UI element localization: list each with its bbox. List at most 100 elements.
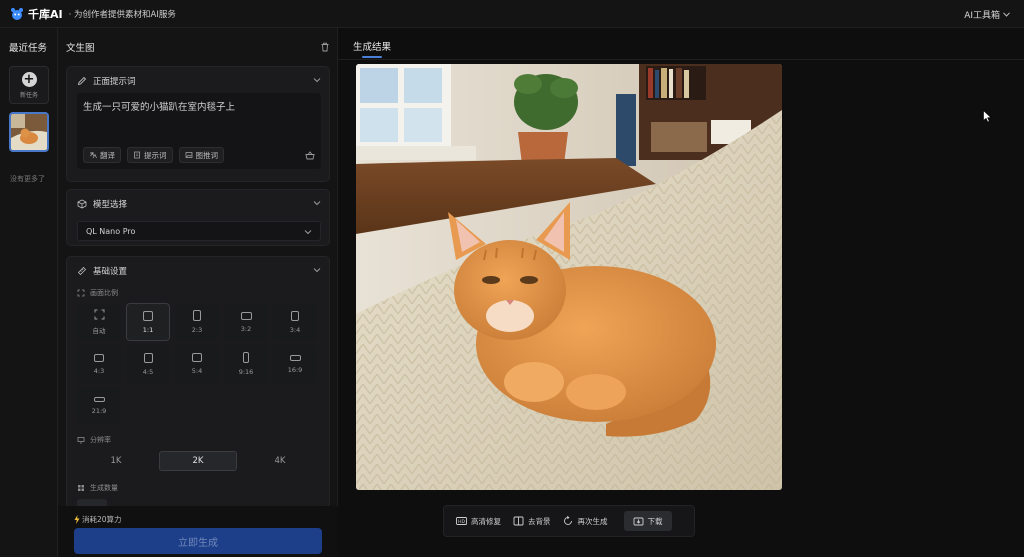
regenerate-label: 再次生成: [577, 516, 608, 526]
ratio-shape-icon: [291, 310, 299, 321]
auto-ratio-icon: [94, 309, 104, 320]
ruler-icon: [77, 266, 87, 276]
ratio-option-21-9[interactable]: 21:9: [77, 387, 121, 425]
ratio-option-4-3[interactable]: 4:3: [77, 345, 121, 383]
ratio-option-2-3[interactable]: 2:3: [175, 303, 219, 341]
translate-button[interactable]: 翻译: [83, 147, 121, 163]
text-to-image-panel: 文生图 正面提示词 生成一只可爱的小猫趴在室内毯子上 翻译 提示词 图推词 模型…: [58, 28, 338, 557]
resolution-option-4k[interactable]: 4K: [241, 451, 319, 471]
new-task-label: 新任务: [19, 91, 38, 99]
resolution-option-1k[interactable]: 1K: [77, 451, 155, 471]
image-to-prompt-label: 图推词: [195, 150, 219, 160]
result-area: 生成结果 HD 高清修复 去背景 再次生成 下载: [338, 28, 1024, 557]
ratio-label: 3:4: [289, 325, 301, 334]
panel-footer: 消耗20算力 立即生成: [58, 506, 338, 557]
top-bar: 千库AI · 为创作者提供素材和AI服务 AI工具箱: [0, 0, 1024, 28]
chevron-down-icon[interactable]: [313, 200, 321, 206]
ratio-option-9-16[interactable]: 9:16: [224, 345, 268, 383]
ratio-shape-icon: [143, 310, 153, 321]
prompt-words-button[interactable]: 提示词: [127, 147, 173, 163]
resolution-text: 分辨率: [90, 436, 111, 444]
ratio-option-1-1[interactable]: 1:1: [126, 303, 170, 341]
download-button[interactable]: 下载: [623, 511, 672, 531]
download-label: 下载: [647, 516, 663, 526]
hd-restore-button[interactable]: HD 高清修复: [456, 516, 501, 527]
regenerate-button[interactable]: 再次生成: [563, 516, 608, 527]
prompt-input[interactable]: 生成一只可爱的小猫趴在室内毯子上 翻译 提示词 图推词: [77, 93, 321, 169]
aspect-ratio-label: 画面比例: [77, 288, 118, 298]
recent-tasks-title: 最近任务: [9, 43, 48, 54]
split-icon: [513, 516, 524, 526]
monitor-icon: [77, 437, 85, 444]
task-thumbnail[interactable]: [9, 112, 49, 152]
image-to-prompt-button[interactable]: 图推词: [178, 147, 224, 163]
panel-title: 文生图: [66, 43, 95, 54]
mouse-cursor-icon: [983, 110, 992, 123]
result-action-bar: HD 高清修复 去背景 再次生成 下载: [443, 505, 695, 537]
prompt-words-label: 提示词: [144, 150, 167, 160]
ratio-shape-icon: [193, 310, 201, 321]
count-text: 生成数量: [90, 484, 118, 492]
basket-icon[interactable]: [305, 151, 315, 160]
document-icon: [134, 151, 140, 159]
logo-icon: [11, 7, 23, 20]
cat-thumbnail-image: [11, 114, 47, 150]
ratio-option-16-9[interactable]: 16:9: [273, 345, 317, 383]
aspect-ratio-text: 画面比例: [90, 289, 118, 297]
svg-text:HD: HD: [458, 519, 465, 525]
pen-icon: [77, 76, 87, 86]
image-icon: [185, 152, 192, 158]
no-more-text: 没有更多了: [10, 175, 45, 183]
chevron-down-icon[interactable]: [313, 267, 321, 273]
ratio-shape-icon: [143, 352, 153, 363]
generate-button[interactable]: 立即生成: [74, 528, 322, 554]
trash-icon[interactable]: [320, 42, 330, 52]
ratio-option-5-4[interactable]: 5:4: [175, 345, 219, 383]
basic-settings-card: 基础设置 画面比例 自动 1:1 2:3 3:2 3:4 4:3 4:5 5:4…: [66, 256, 330, 508]
new-task-button[interactable]: + 新任务: [9, 66, 49, 104]
ratio-shape-icon: [289, 354, 301, 361]
translate-label: 翻译: [100, 150, 115, 160]
ratio-label: 4:3: [93, 366, 105, 375]
count-label: 生成数量: [77, 483, 118, 493]
model-selected-value: QL Nano Pro: [86, 226, 136, 236]
ai-toolbox-menu[interactable]: AI工具箱: [964, 8, 1010, 21]
ratio-option-auto[interactable]: 自动: [77, 303, 121, 341]
generated-image[interactable]: [356, 64, 782, 490]
hd-restore-label: 高清修复: [471, 516, 501, 526]
slogan: · 为创作者提供素材和AI服务: [68, 9, 176, 20]
ratio-option-3-2[interactable]: 3:2: [224, 303, 268, 341]
prompt-text: 生成一只可爱的小猫趴在室内毯子上: [83, 102, 236, 113]
ratio-label: 21:9: [91, 407, 107, 415]
translate-icon: [90, 152, 97, 159]
model-title: 模型选择: [93, 200, 128, 210]
logo[interactable]: 千库AI: [10, 6, 63, 22]
grid-icon: [78, 485, 84, 491]
tab-underline: [362, 56, 382, 58]
chevron-down-icon: [304, 230, 312, 235]
chevron-down-icon[interactable]: [313, 77, 321, 83]
basic-settings-title: 基础设置: [93, 267, 128, 277]
plus-icon: +: [21, 71, 37, 87]
ratio-option-3-4[interactable]: 3:4: [273, 303, 317, 341]
download-icon: [633, 517, 643, 526]
cube-icon: [77, 199, 87, 209]
ratio-shape-icon: [192, 353, 202, 362]
hd-icon: HD: [456, 517, 467, 525]
resolution-option-2k[interactable]: 2K: [159, 451, 237, 471]
remove-background-button[interactable]: 去背景: [513, 516, 551, 527]
resolution-label: 分辨率: [77, 435, 111, 445]
chevron-down-icon: [1003, 12, 1010, 17]
tab-result[interactable]: 生成结果: [353, 39, 391, 53]
prompt-title: 正面提示词: [93, 77, 136, 87]
ratio-option-4-5[interactable]: 4:5: [126, 345, 170, 383]
ratio-label: 9:16: [238, 368, 254, 376]
logo-text: 千库AI: [28, 7, 63, 21]
model-card: 模型选择 QL Nano Pro: [66, 189, 330, 246]
ratio-label: 5:4: [191, 367, 203, 375]
ratio-label: 2:3: [191, 326, 203, 334]
ratio-label: 4:5: [142, 367, 154, 376]
model-select[interactable]: QL Nano Pro: [77, 221, 321, 241]
lightning-icon: [74, 515, 80, 524]
ratio-label: 自动: [92, 327, 106, 335]
